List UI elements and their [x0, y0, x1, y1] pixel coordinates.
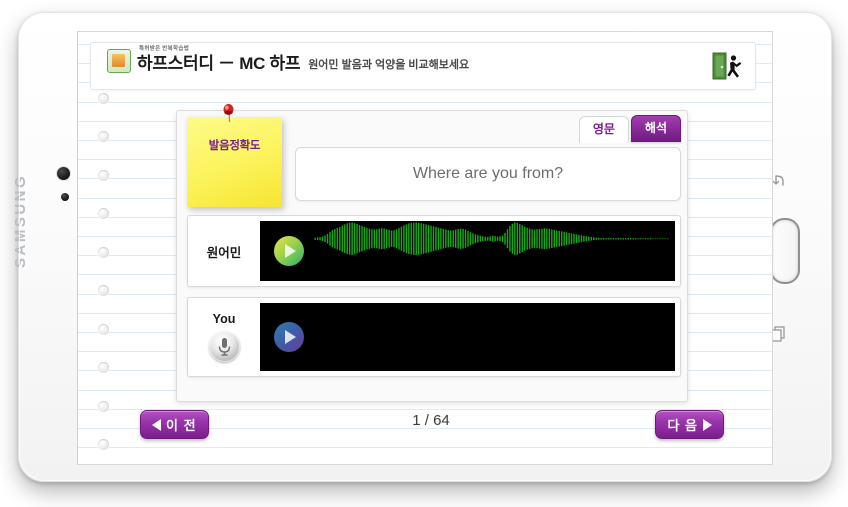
next-button-label: 다 음: [667, 418, 698, 433]
spiral-hole: [98, 362, 109, 373]
row-label-you: You: [188, 298, 260, 376]
play-button-you[interactable]: [274, 322, 304, 352]
spiral-hole: [98, 285, 109, 296]
tab-english[interactable]: 영문: [578, 116, 629, 143]
practice-card: 발음정확도 영문 해석 Where are you from? 원어민 You: [176, 104, 688, 402]
microphone-icon[interactable]: [208, 331, 240, 362]
red-pushpin-icon: [221, 103, 237, 123]
play-triangle-icon: [285, 244, 296, 258]
tablet-screen: 특허받은 반복학습법 하프스터디 － MC 하프 원어민 발음과 억양을 비교해…: [77, 31, 773, 465]
sticky-note-label: 발음정확도: [208, 140, 261, 152]
row-label-you-text: You: [212, 312, 236, 326]
tab-translation[interactable]: 해석: [630, 115, 681, 142]
tablet-device: SAMSUNG 특허받은 반복학습법 하프스터디 － MC 하프 원어민 발음과…: [12, 12, 832, 482]
sticky-note: 발음정확도: [187, 117, 282, 207]
page-counter: 1 / 64: [412, 412, 450, 429]
row-label-native-text: 원어민: [206, 245, 242, 260]
play-button-native[interactable]: [274, 236, 304, 266]
row-label-native: 원어민: [188, 216, 260, 286]
app-header: 특허받은 반복학습법 하프스터디 － MC 하프 원어민 발음과 억양을 비교해…: [90, 42, 756, 90]
book-app-icon: [107, 49, 131, 73]
front-camera-icon: [57, 167, 70, 180]
waveform-you[interactable]: [260, 303, 675, 371]
spiral-hole: [98, 400, 109, 412]
play-triangle-icon: [285, 330, 296, 344]
triangle-left-icon: [152, 418, 161, 431]
spiral-hole: [98, 92, 109, 104]
spiral-hole: [98, 208, 109, 219]
notebook-page: 특허받은 반복학습법 하프스터디 － MC 하프 원어민 발음과 억양을 비교해…: [78, 32, 772, 464]
tab-bar: 영문 해석: [578, 115, 681, 143]
rule-line: [78, 447, 772, 449]
audio-row-native: 원어민: [187, 215, 681, 287]
exit-door-icon[interactable]: [709, 49, 743, 83]
proximity-sensor-icon: [61, 193, 69, 201]
spiral-hole: [98, 323, 109, 335]
waveform-native-svg: [314, 222, 669, 256]
waveform-native[interactable]: [260, 221, 675, 281]
spiral-hole: [98, 439, 109, 450]
audio-row-you: You: [187, 297, 681, 377]
brand-tagline: 특허받은 반복학습법: [139, 46, 190, 52]
brand-block: 특허받은 반복학습법 하프스터디 － MC 하프 원어민 발음과 억양을 비교해…: [107, 46, 470, 75]
sentence-box: Where are you from?: [295, 147, 681, 201]
triangle-right-icon: [703, 418, 712, 431]
header-subtitle: 원어민 발음과 억양을 비교해보세요: [308, 59, 470, 71]
next-button[interactable]: 다 음: [655, 410, 724, 439]
spiral-hole: [98, 246, 109, 258]
spiral-hole: [98, 169, 109, 181]
home-button[interactable]: [770, 218, 800, 284]
sentence-text: Where are you from?: [412, 165, 564, 182]
page-title: 하프스터디 － MC 하프: [137, 54, 301, 73]
spiral-hole: [98, 131, 109, 142]
rule-line: [78, 101, 772, 103]
bottom-navigation: 이 전 1 / 64 다 음: [140, 410, 724, 444]
